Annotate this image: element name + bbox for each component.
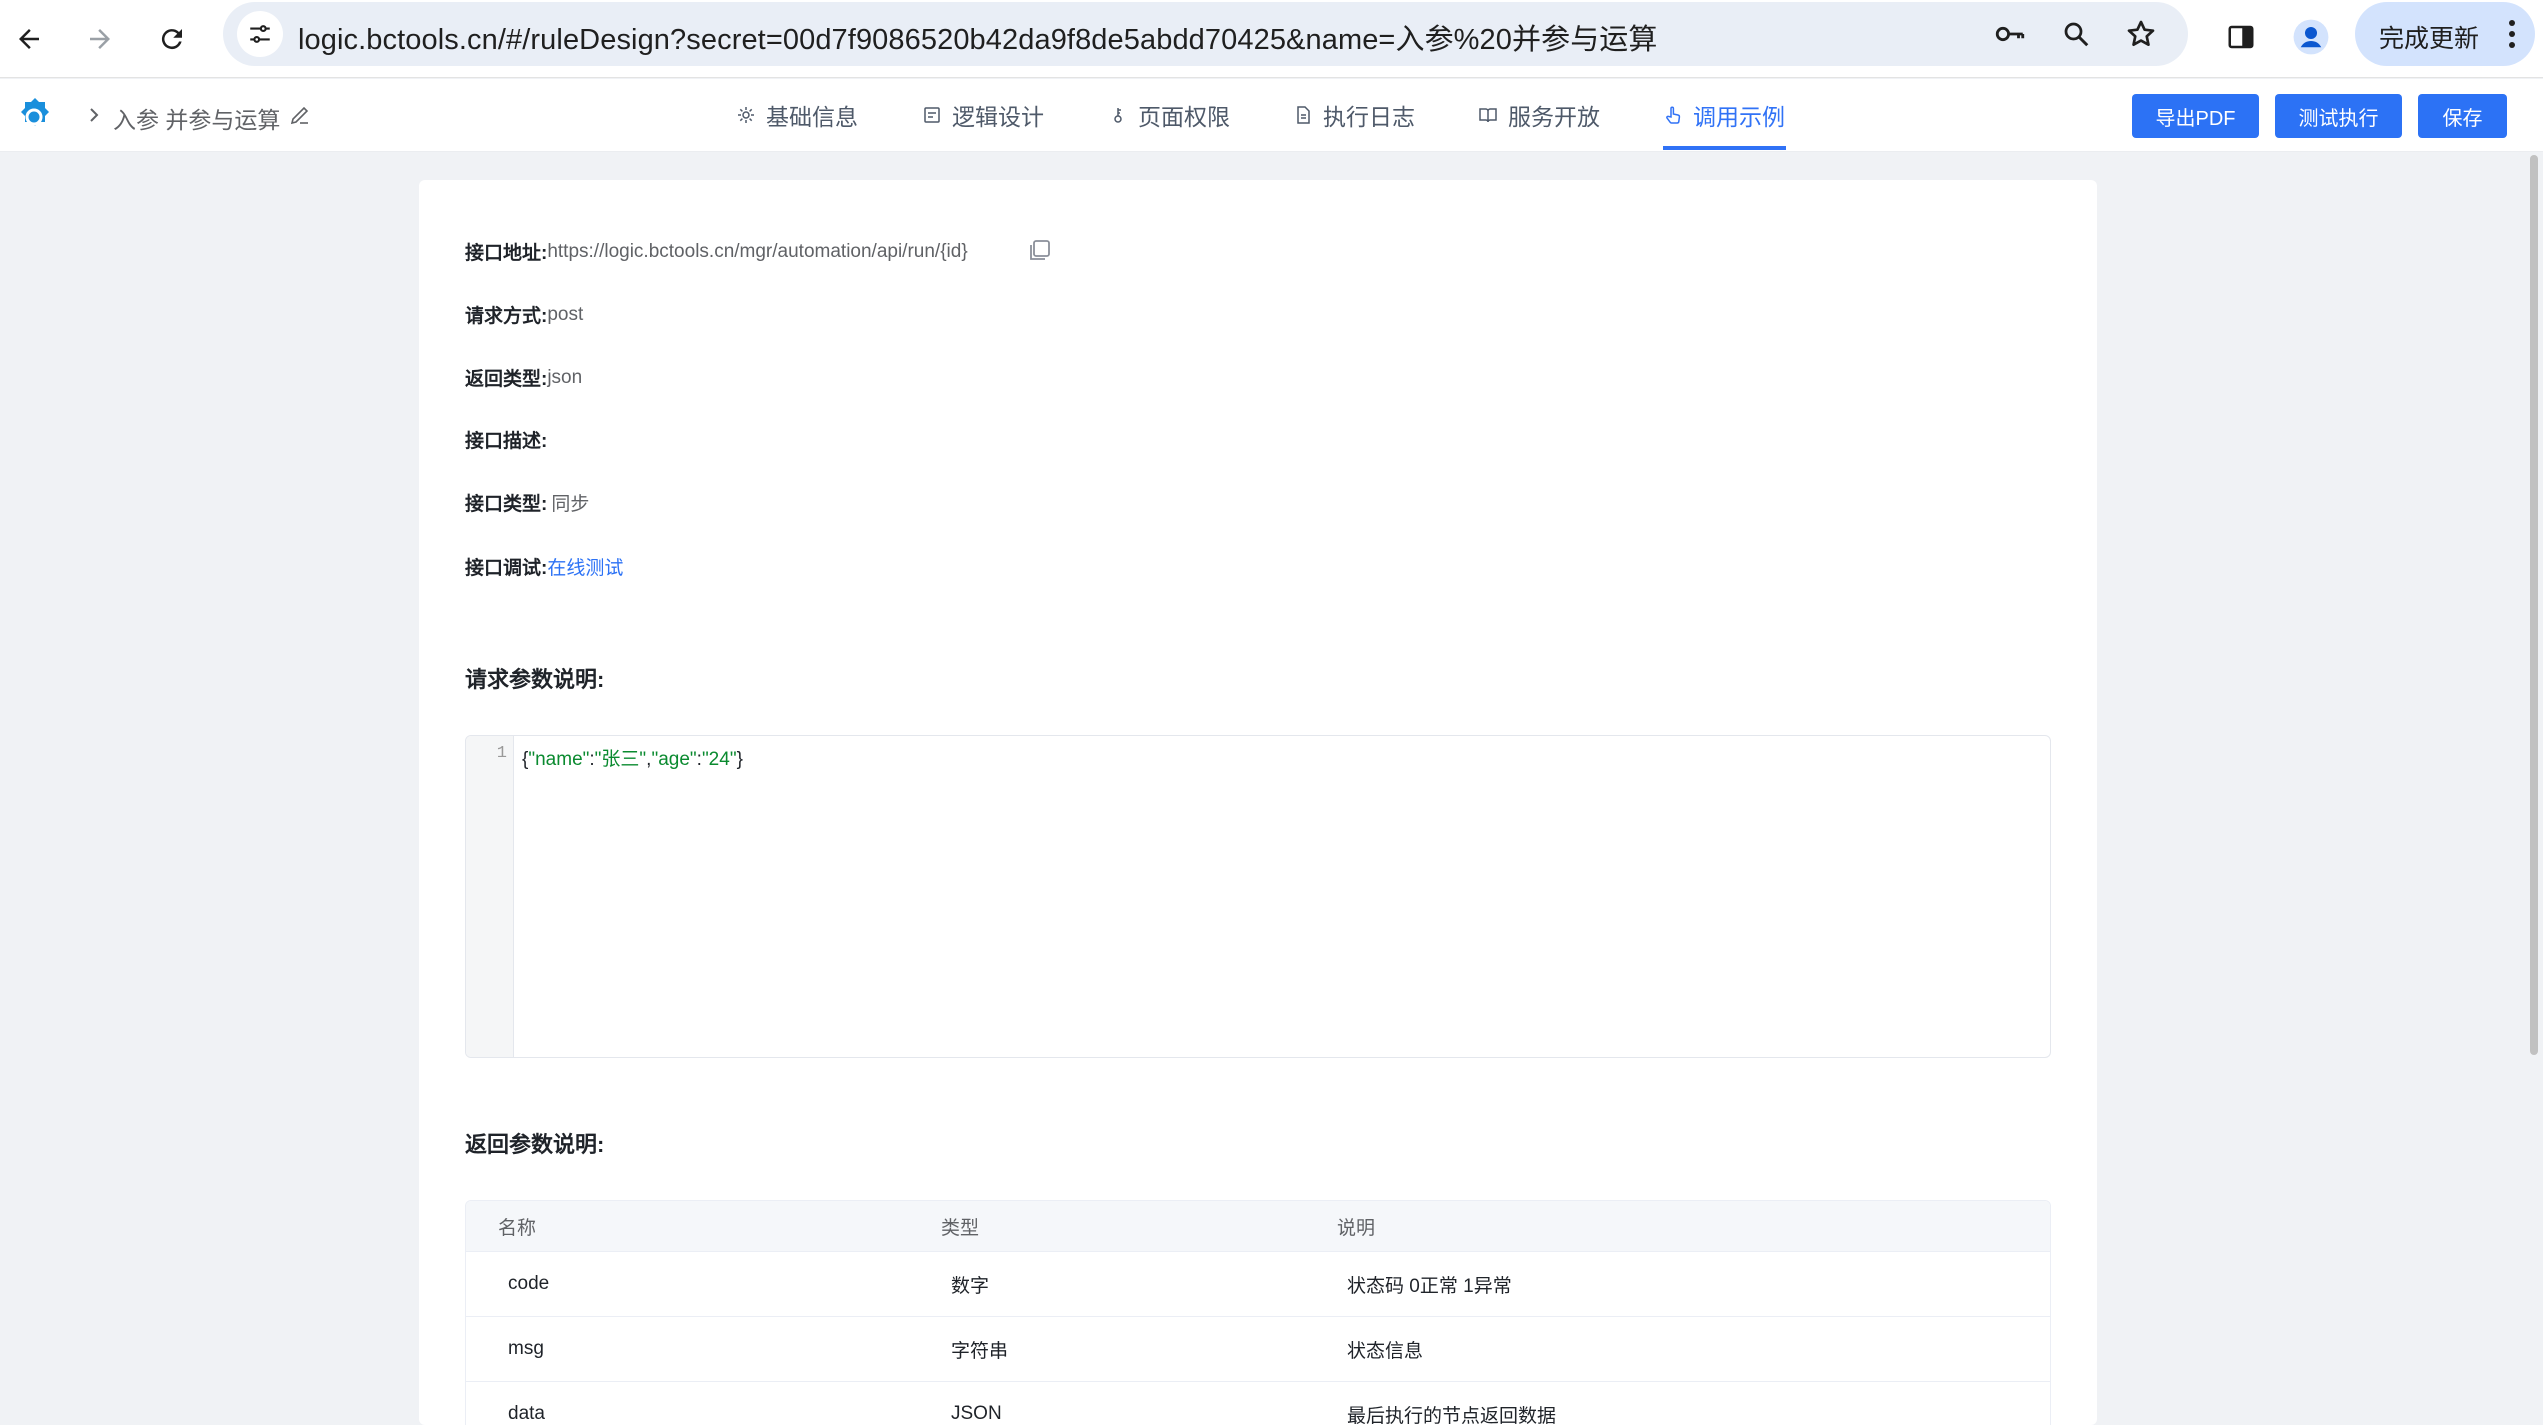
reload-icon xyxy=(161,29,182,50)
tab-execution-log[interactable]: 执行日志 xyxy=(1293,79,1415,151)
line-number-gutter: 1 xyxy=(466,736,514,1057)
side-panel-button[interactable] xyxy=(2216,12,2266,62)
hand-pointer-icon xyxy=(1666,106,1681,124)
tab-basic-info[interactable]: 基础信息 xyxy=(736,79,858,151)
column-header-type: 类型 xyxy=(941,1217,980,1239)
request-params-title: 请求参数说明: xyxy=(465,667,605,692)
rule-title: 入参 并参与运算 xyxy=(113,107,281,133)
layout-icon xyxy=(924,107,940,123)
code-line: {"name":"张三","age":"24"} xyxy=(522,744,743,771)
key-icon xyxy=(1114,108,1122,123)
return-type-row: 返回类型: json xyxy=(465,364,582,391)
code-token: "24" xyxy=(701,749,737,770)
url-text[interactable]: logic.bctools.cn/#/ruleDesign?secret=00d… xyxy=(298,16,1658,58)
export-pdf-button[interactable]: 导出PDF xyxy=(2132,94,2259,138)
response-params-title: 返回参数说明: xyxy=(465,1132,605,1157)
cell-type: JSON xyxy=(951,1403,1002,1424)
key-icon xyxy=(1995,26,2025,42)
cell-name: msg xyxy=(508,1338,544,1359)
page-scrollbar[interactable] xyxy=(2530,155,2538,1055)
api-debug-label: 接口调试: xyxy=(465,558,548,579)
more-menu-icon xyxy=(2509,20,2515,48)
api-address-row: 接口地址: https://logic.bctools.cn/mgr/autom… xyxy=(465,238,968,265)
chevron-right-icon xyxy=(90,108,99,122)
return-type-value: json xyxy=(547,366,583,388)
document-icon xyxy=(1297,106,1310,124)
app-header: 入参 并参与运算 基础信息 逻辑设计 页面权限 执行日志 服务开放 调用示例 导… xyxy=(0,79,2543,152)
table-row: msg 字符串 状态信息 xyxy=(466,1317,2050,1382)
browser-toolbar: logic.bctools.cn/#/ruleDesign?secret=00d… xyxy=(0,0,2543,78)
forward-arrow-icon xyxy=(90,29,110,49)
side-panel-icon xyxy=(2228,25,2254,49)
update-label: 完成更新 xyxy=(2379,25,2480,53)
request-method-value: post xyxy=(547,303,584,325)
avatar-icon xyxy=(2293,19,2329,55)
zoom-icon xyxy=(2064,22,2089,47)
zoom-button[interactable] xyxy=(2054,12,2098,56)
cell-desc: 状态信息 xyxy=(1347,1340,1424,1362)
forward-button[interactable] xyxy=(75,14,125,64)
tab-label: 页面权限 xyxy=(1138,104,1230,130)
return-type-label: 返回类型: xyxy=(465,369,548,390)
update-button[interactable]: 完成更新 xyxy=(2355,2,2535,66)
api-kind-row: 接口类型: 同步 xyxy=(465,489,589,516)
tab-page-permission[interactable]: 页面权限 xyxy=(1108,79,1230,151)
save-button[interactable]: 保存 xyxy=(2418,94,2507,138)
table-header: 名称 类型 说明 xyxy=(466,1201,2050,1252)
profile-button[interactable] xyxy=(2286,12,2336,62)
address-bar[interactable]: logic.bctools.cn/#/ruleDesign?secret=00d… xyxy=(223,2,2188,66)
code-token: } xyxy=(736,749,743,770)
tab-label: 执行日志 xyxy=(1323,104,1415,130)
active-tab-indicator xyxy=(1663,146,1786,150)
cell-type: 字符串 xyxy=(951,1340,1009,1362)
tab-label: 调用示例 xyxy=(1693,104,1785,130)
tune-icon xyxy=(250,25,270,43)
api-description-row: 接口描述: xyxy=(465,426,547,453)
table-row: code 数字 状态码 0正常 1异常 xyxy=(466,1252,2050,1317)
copy-icon[interactable] xyxy=(1025,237,1053,265)
tab-service-open[interactable]: 服务开放 xyxy=(1478,79,1600,151)
gear-icon xyxy=(738,107,754,123)
request-code-editor[interactable]: 1 {"name":"张三","age":"24"} xyxy=(465,735,2051,1058)
cell-name: code xyxy=(508,1273,550,1294)
edit-pen-icon[interactable] xyxy=(288,103,312,127)
api-kind-value: 同步 xyxy=(551,494,590,515)
tab-call-example[interactable]: 调用示例 xyxy=(1663,79,1785,151)
cell-type: 数字 xyxy=(951,1275,990,1297)
reload-button[interactable] xyxy=(147,14,197,64)
request-method-row: 请求方式: post xyxy=(465,301,583,328)
password-key-button[interactable] xyxy=(1988,12,2032,56)
cell-desc: 最后执行的节点返回数据 xyxy=(1347,1405,1557,1425)
table-row: data JSON 最后执行的节点返回数据 xyxy=(466,1382,2050,1425)
line-number: 1 xyxy=(496,744,507,763)
api-kind-label: 接口类型: xyxy=(465,494,548,515)
api-address-value: https://logic.bctools.cn/mgr/automation/… xyxy=(547,240,968,262)
column-header-name: 名称 xyxy=(498,1217,537,1239)
column-header-desc: 说明 xyxy=(1337,1217,1376,1239)
tab-label: 逻辑设计 xyxy=(952,104,1044,130)
site-info-button[interactable] xyxy=(237,11,283,57)
api-description-label: 接口描述: xyxy=(465,431,548,452)
test-run-button[interactable]: 测试执行 xyxy=(2275,94,2402,138)
request-method-label: 请求方式: xyxy=(465,306,548,327)
code-token: "张三" xyxy=(594,749,647,770)
bookmark-button[interactable] xyxy=(2119,12,2163,56)
code-token: "age" xyxy=(651,749,697,770)
api-address-label: 接口地址: xyxy=(465,243,548,264)
back-arrow-icon xyxy=(19,29,39,49)
star-icon xyxy=(2127,20,2155,46)
tab-logic-design[interactable]: 逻辑设计 xyxy=(922,79,1044,151)
online-test-link[interactable]: 在线测试 xyxy=(547,553,623,580)
cell-name: data xyxy=(508,1403,545,1424)
app-logo-icon[interactable] xyxy=(14,95,56,137)
code-token: "name" xyxy=(528,749,590,770)
response-params-table: 名称 类型 说明 code 数字 状态码 0正常 1异常 msg 字符串 状态信… xyxy=(465,1200,2051,1425)
book-icon xyxy=(1479,108,1497,123)
tab-label: 服务开放 xyxy=(1508,104,1600,130)
api-example-card: 接口地址: https://logic.bctools.cn/mgr/autom… xyxy=(419,180,2097,1425)
tab-label: 基础信息 xyxy=(766,104,858,130)
api-debug-row: 接口调试: 在线测试 xyxy=(465,553,623,580)
back-button[interactable] xyxy=(4,14,54,64)
cell-desc: 状态码 0正常 1异常 xyxy=(1347,1275,1512,1297)
